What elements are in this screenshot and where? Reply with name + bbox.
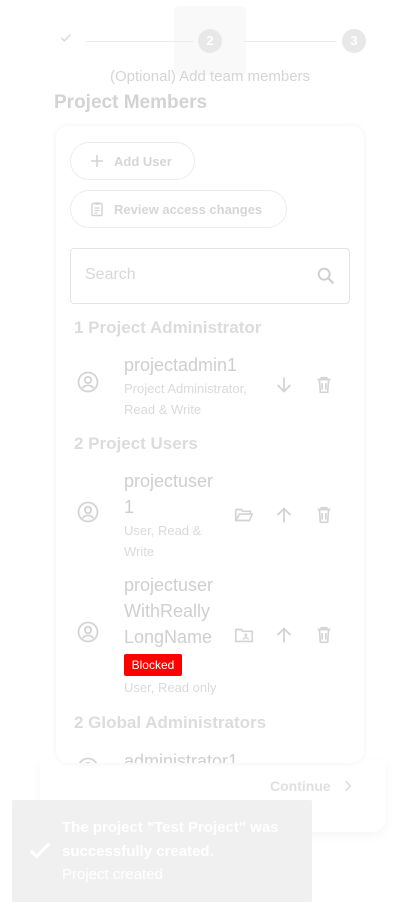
folder-shared-icon[interactable] (233, 624, 255, 646)
group-header-global-admins: 2 Global Administrators (74, 713, 267, 732)
member-name: projectadmin1 (124, 355, 238, 375)
search-field (70, 248, 350, 304)
member-name: administrator1 (124, 751, 239, 763)
page: 2 3 (Optional) Add team members Project … (0, 0, 420, 920)
check-icon (26, 836, 54, 864)
blocked-badge: Blocked (124, 654, 182, 676)
plus-icon (89, 153, 105, 169)
add-user-label: Add User (114, 153, 172, 169)
account-circle-icon (76, 500, 100, 524)
account-circle-icon (76, 620, 100, 644)
folder-open-icon[interactable] (233, 504, 255, 526)
step-1-check-icon[interactable] (57, 30, 75, 50)
add-user-button[interactable]: Add User (70, 142, 195, 180)
group-header-project-users: 2 Project Users (74, 434, 198, 453)
success-toast[interactable]: The project "Test Project" was successfu… (12, 800, 312, 902)
account-circle-icon (76, 370, 100, 394)
group-header-project-admins: 1 Project Administrator (74, 318, 262, 337)
delete-icon[interactable] (313, 374, 335, 396)
review-access-label: Review access changes (114, 201, 263, 217)
move-down-icon[interactable] (273, 374, 295, 396)
delete-icon[interactable] (313, 624, 335, 646)
member-row: projectuserWithReallyLongName Blocked Us… (56, 572, 364, 702)
step-2-circle[interactable]: 2 (198, 29, 222, 53)
toast-subtext: Project created (62, 866, 163, 883)
step-label: (Optional) Add team members (109, 68, 311, 85)
stepper: 2 3 (Optional) Add team members (0, 0, 420, 96)
account-circle-icon (76, 756, 100, 763)
member-row: projectuser1 User, Read & Write (56, 468, 364, 564)
member-role: User, Read only (124, 680, 217, 695)
move-up-icon[interactable] (273, 504, 295, 526)
chevron-right-icon (341, 779, 355, 793)
member-role: Project Administrator, Read & Write (124, 381, 247, 417)
page-title: Project Members (54, 92, 208, 113)
member-row: administrator1 (56, 748, 364, 763)
step-3-circle[interactable]: 3 (342, 29, 366, 53)
toast-message: The project "Test Project" was successfu… (62, 819, 279, 860)
search-icon[interactable] (315, 265, 337, 287)
search-input[interactable] (85, 266, 305, 284)
step-connector-1 (86, 41, 194, 42)
members-card: Add User Review access changes Search 1 … (56, 126, 364, 763)
member-row: projectadmin1 Project Administrator, Rea… (56, 352, 364, 422)
member-name: projectuser1 (124, 471, 214, 517)
member-role: User, Read & Write (124, 523, 202, 559)
clipboard-icon (89, 201, 105, 217)
review-access-button[interactable]: Review access changes (70, 190, 287, 228)
continue-label: Continue (270, 778, 331, 794)
continue-button[interactable]: Continue (270, 778, 355, 794)
move-up-icon[interactable] (273, 624, 295, 646)
delete-icon[interactable] (313, 504, 335, 526)
member-name: projectuserWithReallyLongName (124, 575, 214, 647)
step-connector-2 (244, 41, 336, 42)
